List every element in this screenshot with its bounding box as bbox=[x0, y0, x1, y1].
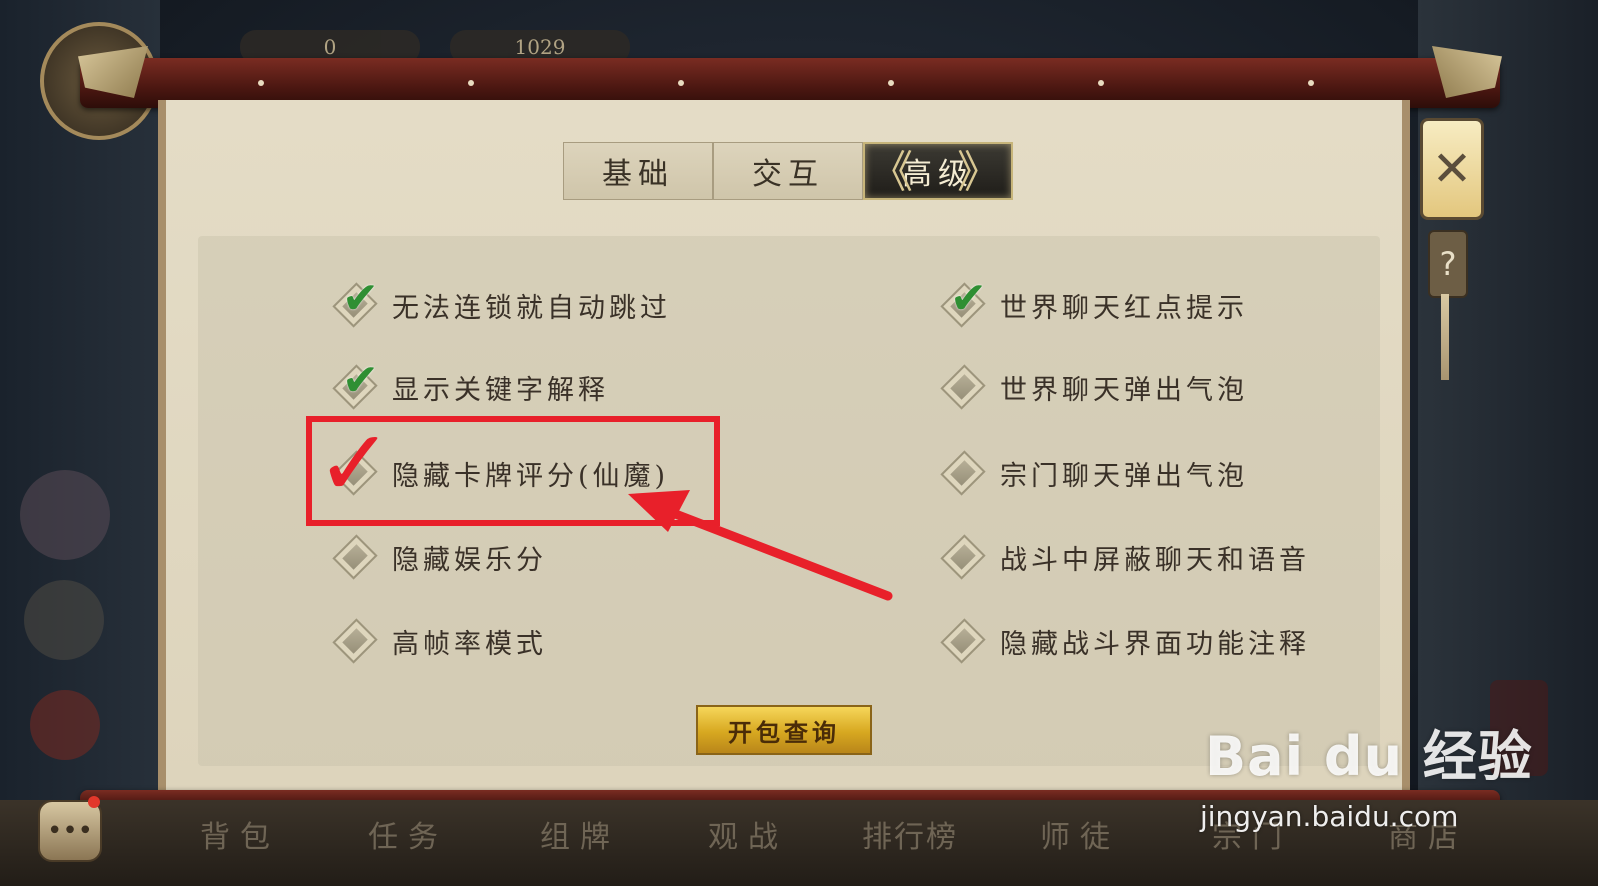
baidu-watermark-logo: Bai du 经验 bbox=[1205, 712, 1533, 791]
watermark-url-text: jingyan.baidu.com bbox=[1200, 800, 1459, 833]
watermark-logo-text: Bai du 经验 bbox=[1205, 725, 1533, 788]
baidu-watermark-url: jingyan.baidu.com bbox=[1200, 800, 1458, 833]
